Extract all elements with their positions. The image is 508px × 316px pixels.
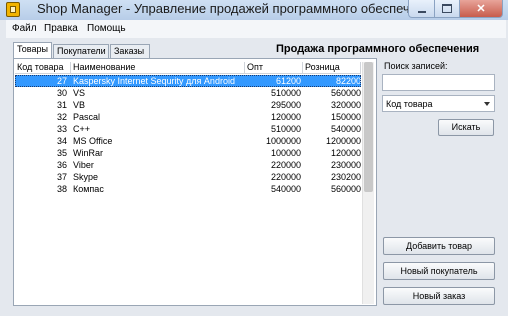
app-window: Shop Manager - Управление продажей прогр… (0, 0, 508, 316)
cell-retail: 540000 (330, 124, 361, 134)
cell-code: 32 (56, 112, 67, 122)
cell-wholesale: 1000000 (265, 136, 301, 146)
table-row[interactable]: 36 Viber 220000 230000 (15, 159, 361, 171)
cell-name: WinRar (73, 148, 104, 158)
scrollbar-thumb[interactable] (364, 62, 373, 192)
table-row[interactable]: 30 VS 510000 560000 (15, 87, 361, 99)
column-header-name[interactable]: Наименование (71, 62, 245, 74)
table-row[interactable]: 33 C++ 510000 540000 (15, 123, 361, 135)
table-row[interactable]: 35 WinRar 100000 120000 (15, 147, 361, 159)
cell-wholesale: 61200 (275, 76, 301, 86)
tab-products[interactable]: Товары (13, 42, 52, 59)
cell-code: 31 (56, 100, 67, 110)
cell-wholesale: 220000 (270, 160, 301, 170)
new-customer-button[interactable]: Новый покупатель (383, 262, 495, 280)
cell-name: VS (73, 88, 86, 98)
cell-name: Kaspersky Internet Sequrity для Android (73, 76, 235, 86)
cell-retail: 1200000 (325, 136, 361, 146)
minimize-icon (417, 10, 426, 13)
close-button[interactable]: ✕ (459, 0, 503, 18)
cell-name: MS Office (73, 136, 113, 146)
cell-name: Pascal (73, 112, 101, 122)
menu-bar: Файл Правка Помощь (6, 20, 506, 38)
menu-file[interactable]: Файл (12, 23, 37, 34)
cell-wholesale: 100000 (270, 148, 301, 158)
cell-name: C++ (73, 124, 91, 134)
cell-code: 30 (56, 88, 67, 98)
window-title: Shop Manager - Управление продажей прогр… (37, 1, 439, 16)
search-label: Поиск записей: (384, 61, 448, 71)
search-button[interactable]: Искать (438, 119, 494, 136)
cell-code: 35 (56, 148, 67, 158)
cell-retail: 82200 (335, 76, 361, 86)
cell-code: 27 (56, 76, 67, 86)
cell-name: Viber (73, 160, 94, 170)
cell-code: 38 (56, 184, 67, 194)
search-input[interactable] (382, 74, 495, 91)
search-field-selected: Код товара (386, 99, 433, 109)
cell-retail: 560000 (330, 88, 361, 98)
page-heading: Продажа программного обеспечения (276, 43, 480, 55)
cell-wholesale: 540000 (270, 184, 301, 194)
cell-code: 34 (56, 136, 67, 146)
cell-wholesale: 120000 (270, 112, 301, 122)
maximize-icon (442, 4, 452, 13)
column-header-code[interactable]: Код товара (15, 62, 71, 74)
table-row[interactable]: 27 Kaspersky Internet Sequrity для Andro… (15, 75, 361, 87)
cell-name: Компас (73, 184, 104, 194)
app-icon[interactable] (6, 2, 20, 17)
cell-code: 37 (56, 172, 67, 182)
cell-wholesale: 510000 (270, 88, 301, 98)
column-header-retail[interactable]: Розница (303, 62, 361, 74)
minimize-button[interactable] (408, 0, 435, 18)
table-row[interactable]: 37 Skype 220000 230200 (15, 171, 361, 183)
menu-help[interactable]: Помощь (87, 23, 126, 34)
maximize-button[interactable] (434, 0, 460, 18)
products-panel: Код товара Наименование Опт Розница 27 K… (13, 58, 377, 306)
close-icon: ✕ (476, 3, 486, 15)
cell-retail: 230200 (330, 172, 361, 182)
search-field-select[interactable]: Код товара (382, 95, 495, 112)
tab-customers[interactable]: Покупатели (53, 44, 109, 58)
tab-orders[interactable]: Заказы (110, 44, 150, 58)
table-row[interactable]: 31 VB 295000 320000 (15, 99, 361, 111)
cell-code: 36 (56, 160, 67, 170)
cell-retail: 320000 (330, 100, 361, 110)
cell-wholesale: 510000 (270, 124, 301, 134)
cell-wholesale: 295000 (270, 100, 301, 110)
cell-name: VB (73, 100, 86, 110)
menu-edit[interactable]: Правка (44, 23, 78, 34)
cell-retail: 150000 (330, 112, 361, 122)
cell-retail: 230000 (330, 160, 361, 170)
table-row[interactable]: 32 Pascal 120000 150000 (15, 111, 361, 123)
cell-retail: 120000 (330, 148, 361, 158)
table-row[interactable]: 38 Компас 540000 560000 (15, 183, 361, 195)
new-order-button[interactable]: Новый заказ (383, 287, 495, 305)
table-row[interactable]: 34 MS Office 1000000 1200000 (15, 135, 361, 147)
chevron-down-icon (484, 102, 490, 106)
cell-wholesale: 220000 (270, 172, 301, 182)
add-product-button[interactable]: Добавить товар (383, 237, 495, 255)
title-bar[interactable]: Shop Manager - Управление продажей прогр… (0, 0, 508, 20)
cell-retail: 560000 (330, 184, 361, 194)
cell-name: Skype (73, 172, 99, 182)
table-vertical-scrollbar[interactable] (362, 62, 374, 304)
cell-code: 33 (56, 124, 67, 134)
column-header-wholesale[interactable]: Опт (245, 62, 303, 74)
